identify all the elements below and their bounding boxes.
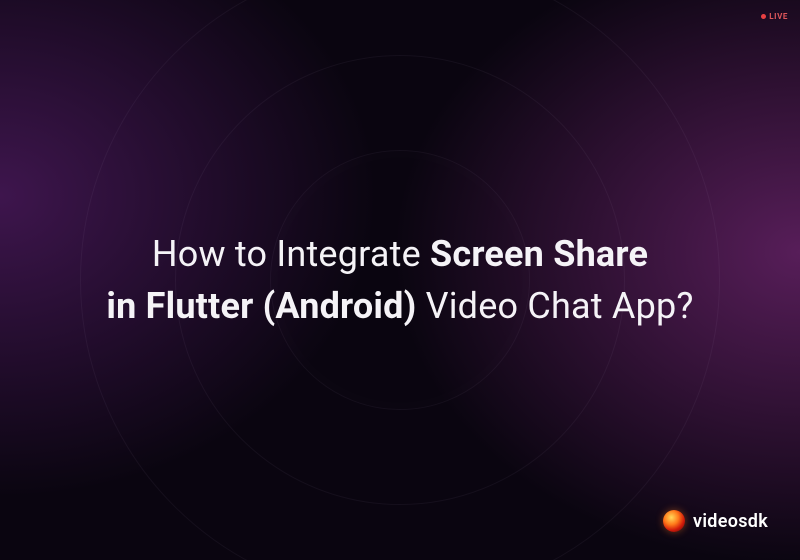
- headline-segment: in Flutter (Android): [106, 285, 425, 327]
- brand-logo-icon: [663, 510, 685, 532]
- headline-segment: How to Integrate: [152, 233, 430, 275]
- headline-segment: Video Chat App?: [426, 285, 694, 327]
- live-badge-label: LIVE: [769, 12, 788, 21]
- live-badge: LIVE: [761, 12, 788, 21]
- brand-name: videosdk: [693, 511, 768, 532]
- headline-segment: Screen Share: [430, 233, 648, 275]
- brand: videosdk: [663, 510, 768, 532]
- live-dot-icon: [761, 14, 766, 19]
- headline: How to Integrate Screen Share in Flutter…: [48, 228, 752, 332]
